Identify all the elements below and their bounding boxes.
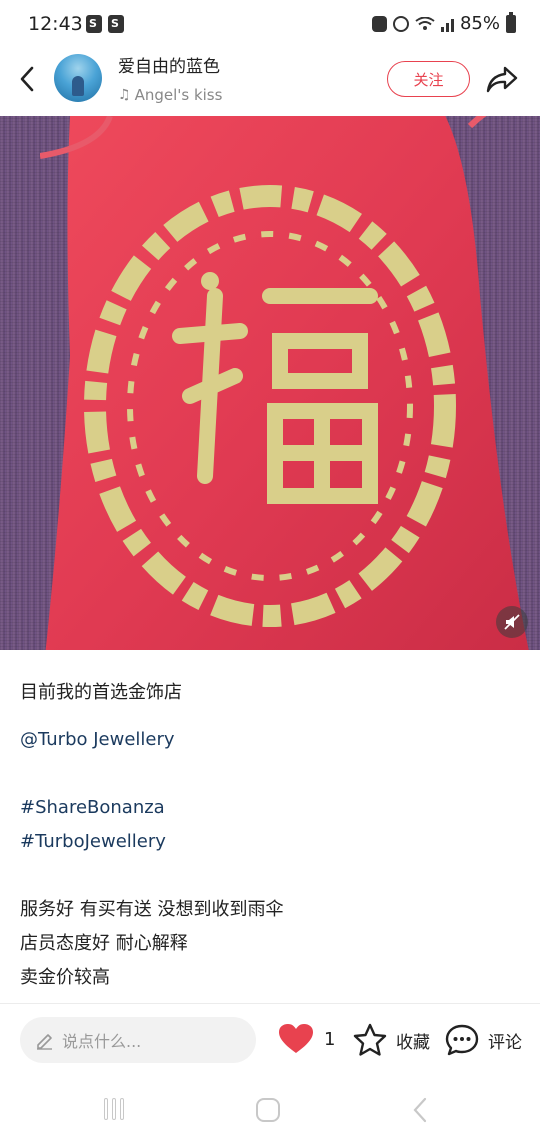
battery-icon <box>506 11 516 33</box>
share-button[interactable] <box>485 64 519 94</box>
follow-button[interactable]: 关注 <box>387 61 470 97</box>
share-icon <box>486 66 518 93</box>
recent-apps-button[interactable] <box>104 1098 124 1120</box>
notification-icons <box>86 15 124 33</box>
red-pouch-illustration <box>40 116 529 650</box>
alarm-icon <box>392 15 409 32</box>
user-name[interactable]: 爱自由的蓝色 <box>118 52 220 77</box>
speaker-muted-icon <box>504 614 520 630</box>
music-line[interactable]: ♫ Angel's kiss <box>118 86 222 104</box>
heart-icon <box>279 1024 313 1053</box>
status-right: 85% <box>371 11 516 34</box>
bottom-action-bar: 说点什么... 1 收藏 评论 <box>0 1004 540 1074</box>
status-time: 12:43 <box>28 13 83 35</box>
music-title: Angel's kiss <box>134 86 223 104</box>
caption-line: 卖金价较高 <box>20 967 110 988</box>
post-caption: 目前我的首选金饰店 @Turbo Jewellery #ShareBonanza… <box>20 676 520 995</box>
signal-icon <box>440 16 454 32</box>
back-arrow-icon <box>413 1097 427 1123</box>
favorite-button[interactable]: 收藏 <box>352 1023 430 1057</box>
favorite-label: 收藏 <box>396 1032 430 1053</box>
chevron-left-icon <box>20 66 34 92</box>
like-button[interactable]: 1 <box>278 1023 335 1055</box>
comment-button[interactable]: 评论 <box>444 1023 522 1057</box>
comment-label: 评论 <box>488 1032 522 1053</box>
caption-title: 目前我的首选金饰店 <box>20 682 182 703</box>
wifi-icon <box>415 16 435 31</box>
home-button[interactable] <box>256 1098 280 1122</box>
system-nav-bar <box>0 1080 540 1140</box>
comment-input[interactable]: 说点什么... <box>20 1017 256 1063</box>
speech-bubble-icon <box>445 1024 479 1056</box>
like-count: 1 <box>324 1028 336 1050</box>
status-bar: 12:43 85% <box>0 0 540 50</box>
hashtag-link[interactable]: #TurboJewellery <box>20 825 520 859</box>
music-note-icon: ♫ <box>118 87 131 103</box>
pencil-icon <box>37 1034 52 1050</box>
mention-link[interactable]: @Turbo Jewellery <box>20 723 520 757</box>
lock-icon <box>371 15 387 32</box>
shopping-bag-icon <box>86 15 102 33</box>
post-image[interactable] <box>0 116 540 650</box>
hashtag-link[interactable]: #ShareBonanza <box>20 791 520 825</box>
star-icon <box>353 1023 387 1056</box>
mute-button[interactable] <box>496 606 528 638</box>
post-header: 爱自由的蓝色 ♫ Angel's kiss 关注 <box>0 50 540 116</box>
caption-line: 服务好 有买有送 没想到收到雨伞 <box>20 899 284 920</box>
system-back-button[interactable] <box>410 1096 430 1124</box>
battery-percent: 85% <box>459 13 500 34</box>
caption-line: 店员态度好 耐心解释 <box>20 933 188 954</box>
comment-placeholder: 说点什么... <box>62 1032 142 1051</box>
back-button[interactable] <box>14 64 42 94</box>
avatar[interactable] <box>54 54 102 102</box>
shopping-bag-icon <box>108 15 124 33</box>
